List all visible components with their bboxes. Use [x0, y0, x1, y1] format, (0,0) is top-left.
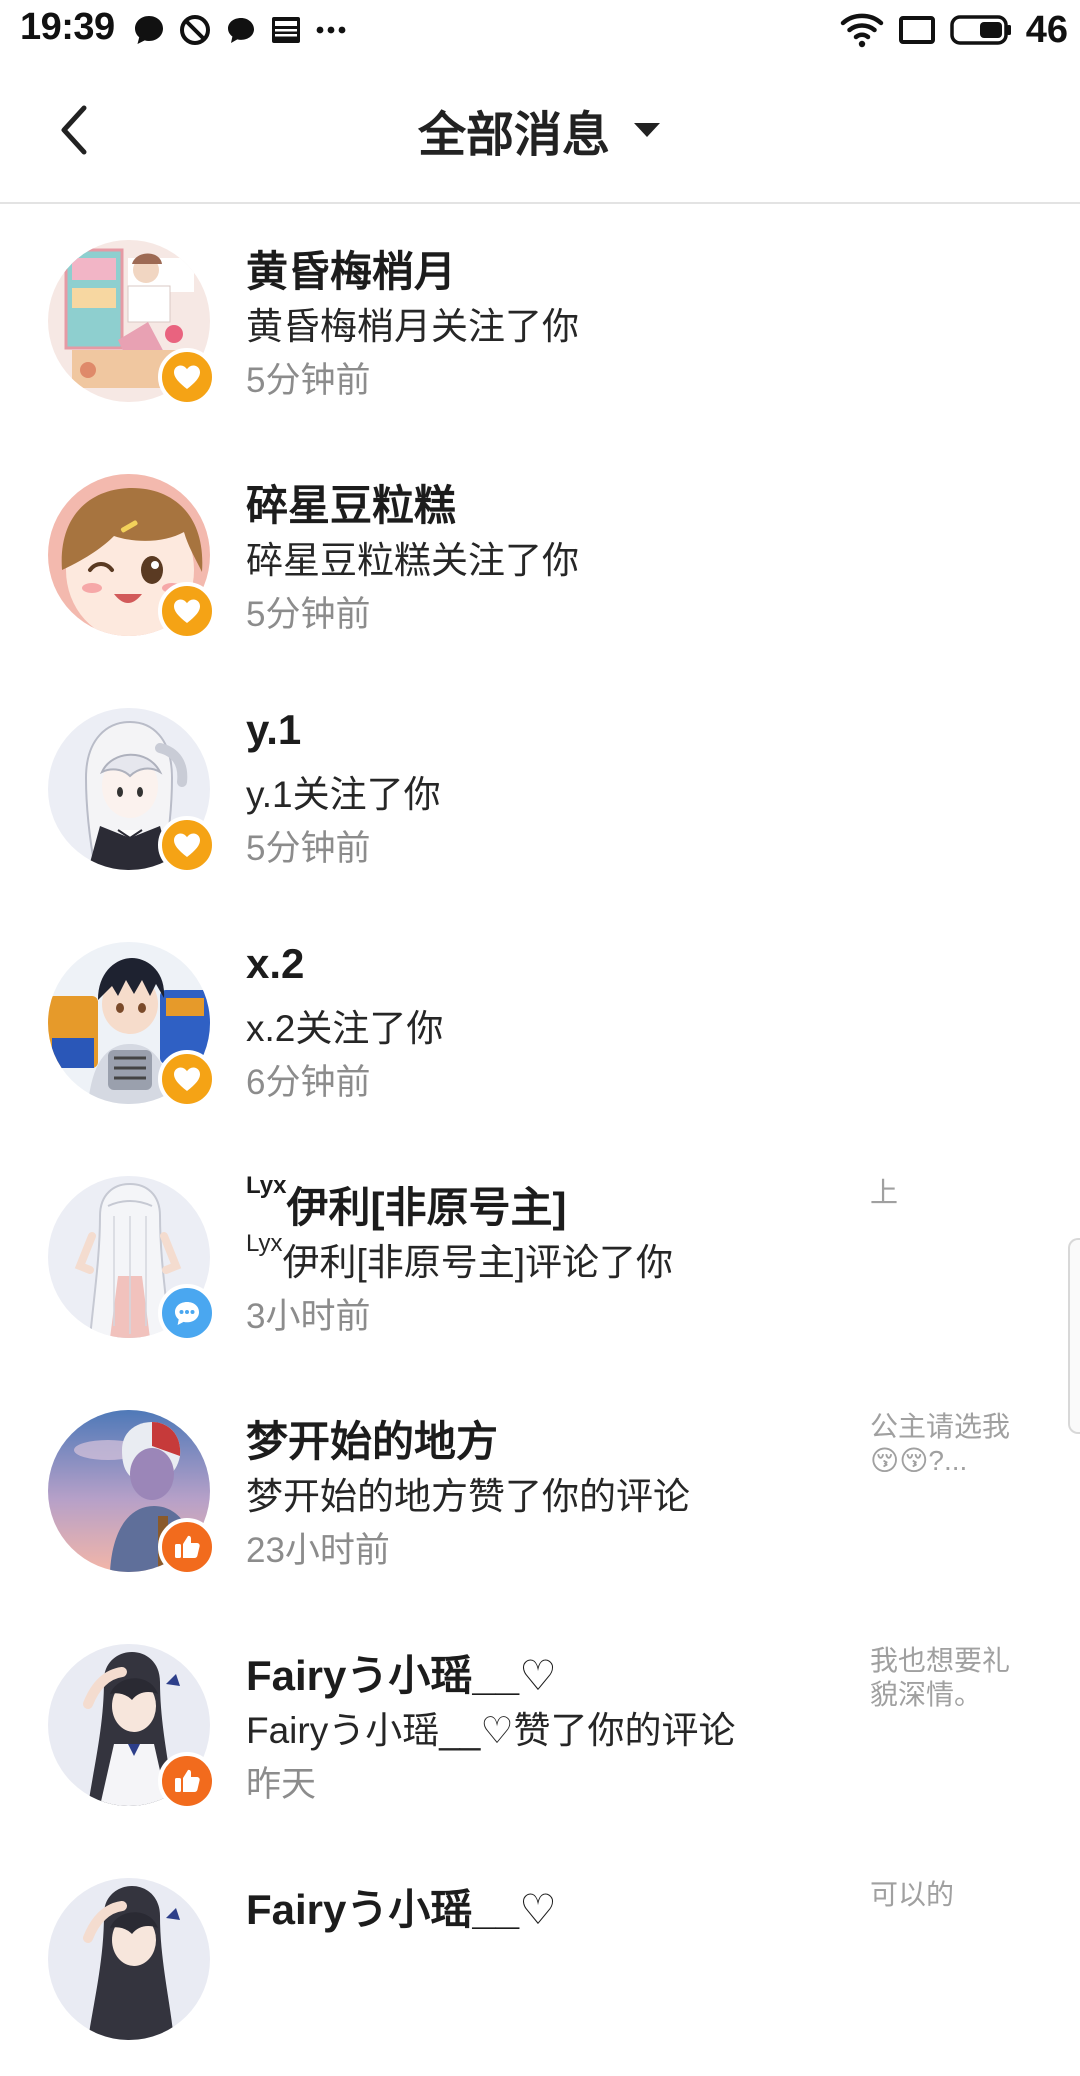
battery-icon — [949, 15, 1011, 45]
message-list: 黄昏梅梢月 黄昏梅梢月关注了你 5分钟前 碎星豆粒糕 碎星豆粒糕关注了你 5分钟… — [0, 204, 1080, 2076]
comment-badge — [158, 1284, 216, 1342]
sender-name[interactable]: Fairyう小瑶__♡ — [246, 1642, 557, 1703]
message-time: 5分钟前 — [246, 829, 371, 868]
sender-name[interactable]: 碎星豆粒糕 — [246, 472, 456, 533]
avatar[interactable] — [48, 1878, 210, 2040]
list-item[interactable]: Fairyう小瑶__♡ Fairyう小瑶__♡赞了你的评论 昨天 我也想要礼貌深… — [0, 1608, 1080, 1842]
system-icons: 46 — [840, 8, 1068, 52]
message-snippet: 公主请选我😚😚?... — [870, 1411, 1011, 1476]
status-time: 19:39 — [20, 6, 115, 48]
message-time: 23小时前 — [246, 1531, 390, 1570]
do-not-disturb-icon — [180, 15, 210, 45]
follow-badge — [158, 816, 216, 874]
message-time: 5分钟前 — [246, 595, 371, 634]
message-icon — [228, 18, 254, 43]
message-time: 5分钟前 — [246, 361, 371, 400]
header: 全部消息 — [0, 60, 1080, 204]
sender-name[interactable]: Fairyう小瑶__♡ — [246, 1876, 557, 1937]
list-item[interactable]: y.1 y.1关注了你 5分钟前 — [0, 672, 1080, 906]
like-badge — [158, 1518, 216, 1576]
message-text: y.1关注了你 — [246, 774, 441, 815]
message-time: 3小时前 — [246, 1297, 371, 1336]
sender-name[interactable]: 梦开始的地方 — [246, 1408, 498, 1469]
thumbs-up-icon — [175, 1535, 200, 1558]
message-text: Fairyう小瑶__♡赞了你的评论 — [246, 1710, 736, 1751]
name-prefix: Lyx — [246, 1172, 287, 1199]
text-main: 伊利[非原号主]评论了你 — [282, 1242, 674, 1283]
page-title: 全部消息 — [417, 109, 610, 162]
message-time: 6分钟前 — [246, 1063, 371, 1102]
caret-down-icon — [634, 123, 660, 137]
thumbs-up-icon — [175, 1769, 200, 1792]
list-item[interactable]: 碎星豆粒糕 碎星豆粒糕关注了你 5分钟前 — [0, 438, 1080, 672]
list-item[interactable]: x.2 x.2关注了你 6分钟前 — [0, 906, 1080, 1140]
sender-name[interactable]: Lyx伊利[非原号主] — [246, 1172, 567, 1235]
follow-badge — [158, 348, 216, 406]
message-snippet: 上 — [870, 1177, 899, 1208]
screen-icon — [898, 16, 935, 44]
message-snippet: 可以的 — [870, 1879, 955, 1910]
list-item[interactable]: 梦开始的地方 梦开始的地方赞了你的评论 23小时前 公主请选我😚😚?... — [0, 1374, 1080, 1608]
news-icon — [272, 17, 300, 43]
list-item[interactable]: 黄昏梅梢月 黄昏梅梢月关注了你 5分钟前 — [0, 204, 1080, 438]
more-dots-icon — [316, 26, 346, 34]
message-time: 昨天 — [246, 1765, 317, 1804]
message-text: Lyx伊利[非原号主]评论了你 — [246, 1230, 674, 1286]
battery-level: 46 — [1025, 8, 1068, 51]
message-text: x.2关注了你 — [246, 1008, 444, 1049]
notification-icons — [132, 12, 348, 48]
sender-name[interactable]: y.1 — [246, 706, 301, 754]
sender-name[interactable]: x.2 — [246, 940, 304, 988]
sender-name[interactable]: 黄昏梅梢月 — [246, 238, 456, 299]
heart-icon — [174, 833, 200, 857]
heart-icon — [174, 365, 200, 389]
list-item[interactable]: Fairyう小瑶__♡ 可以的 — [0, 1842, 1080, 2076]
text-prefix: Lyx — [246, 1230, 283, 1257]
message-text: 黄昏梅梢月关注了你 — [246, 306, 579, 347]
heart-icon — [174, 599, 200, 623]
message-filter-dropdown[interactable]: 全部消息 — [0, 100, 1080, 162]
list-item[interactable]: Lyx伊利[非原号主] Lyx伊利[非原号主]评论了你 3小时前 上 — [0, 1140, 1080, 1374]
scrollbar-handle[interactable] — [1068, 1238, 1080, 1434]
follow-badge — [158, 1050, 216, 1108]
follow-badge — [158, 582, 216, 640]
heart-icon — [174, 1067, 200, 1091]
like-badge — [158, 1752, 216, 1810]
message-text: 碎星豆粒糕关注了你 — [246, 540, 579, 581]
chat-bubble-icon — [135, 16, 163, 44]
status-bar: 19:39 46 — [0, 0, 1080, 60]
name-main: 伊利[非原号主] — [286, 1184, 567, 1231]
wifi-icon — [840, 13, 883, 48]
message-text: 梦开始的地方赞了你的评论 — [246, 1476, 690, 1517]
comment-icon — [175, 1302, 199, 1325]
message-snippet: 我也想要礼貌深情。 — [870, 1645, 1011, 1710]
